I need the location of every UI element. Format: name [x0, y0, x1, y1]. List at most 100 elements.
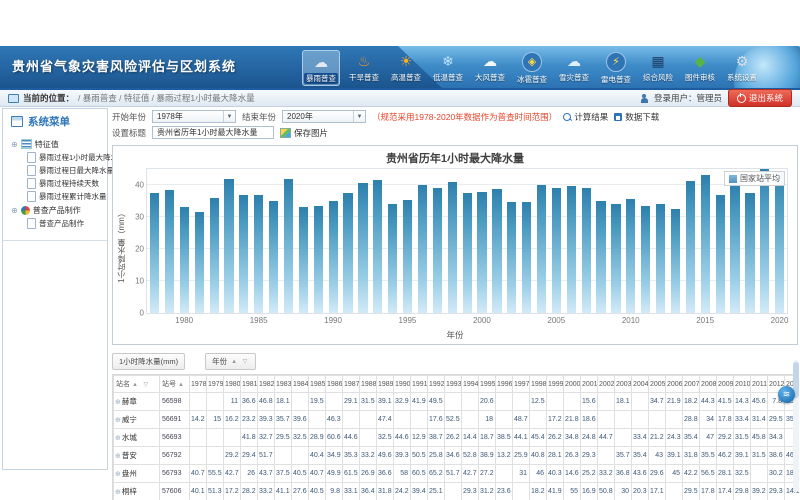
column-header-year[interactable]: 2003 [615, 376, 632, 393]
column-header-year[interactable]: 2000 [564, 376, 581, 393]
column-header-year[interactable]: 2002 [598, 376, 615, 393]
nav-item-hail[interactable]: ◈冰雹普查 [514, 50, 550, 86]
chart-title-input[interactable] [152, 126, 274, 139]
column-header-year[interactable]: 1993 [445, 376, 462, 393]
column-header-year[interactable]: 2011 [751, 376, 768, 393]
expand-icon[interactable]: ⊕ [115, 417, 121, 424]
bar-1984[interactable] [239, 195, 248, 313]
sidebar-group-1[interactable]: ⊕特征值 [11, 137, 105, 151]
station-name-cell[interactable]: ⊕水城 [114, 429, 160, 447]
bar-1980[interactable] [180, 207, 189, 313]
bar-1996[interactable] [418, 185, 427, 313]
bar-2019[interactable] [760, 169, 769, 313]
expand-icon[interactable]: ⊕ [115, 471, 121, 478]
bar-1981[interactable] [195, 212, 204, 313]
column-header-year[interactable]: 1991 [411, 376, 428, 393]
bar-2011[interactable] [641, 206, 650, 313]
column-header-year[interactable]: 1985 [309, 376, 326, 393]
bar-1997[interactable] [433, 188, 442, 313]
end-year-select[interactable]: 2020年 ▼ [282, 110, 366, 123]
column-header-year[interactable]: 2010 [734, 376, 751, 393]
bar-2002[interactable] [507, 202, 516, 313]
sidebar-item[interactable]: 暴雨过程持续天数 [27, 177, 105, 190]
tree-toggle-icon[interactable]: ⊕ [11, 206, 18, 215]
nav-item-wind[interactable]: ☁大风普查 [472, 50, 508, 86]
column-header-year[interactable]: 1999 [547, 376, 564, 393]
bar-2010[interactable] [626, 199, 635, 313]
calculate-button[interactable]: 计算结果 [563, 111, 608, 123]
station-name-cell[interactable]: ⊕桐梓 [114, 483, 160, 500]
bar-1999[interactable] [463, 193, 472, 313]
column-header-year[interactable]: 2006 [666, 376, 683, 393]
sort-filter-icons[interactable]: ▲ ▽ [178, 382, 190, 388]
station-name-cell[interactable]: ⊕普安 [114, 447, 160, 465]
column-header-year[interactable]: 1984 [292, 376, 309, 393]
station-name-cell[interactable]: ⊕威宁 [114, 411, 160, 429]
column-header-year[interactable]: 1998 [530, 376, 547, 393]
measure-field[interactable]: 1小时降水量(mm) [112, 353, 185, 370]
bar-2015[interactable] [701, 175, 710, 313]
bar-2014[interactable] [686, 181, 695, 313]
bar-1992[interactable] [358, 183, 367, 313]
bar-2012[interactable] [656, 204, 665, 313]
sidebar-group-2[interactable]: ⊕普查产品制作 [11, 203, 105, 217]
column-header-year[interactable]: 2008 [700, 376, 717, 393]
sort-filter-icons[interactable]: ▲ ▽ [231, 358, 249, 365]
sidebar-item[interactable]: 普查产品制作 [27, 217, 105, 230]
column-header-year[interactable]: 1979 [207, 376, 224, 393]
bar-2013[interactable] [671, 209, 680, 313]
bar-2004[interactable] [537, 185, 546, 313]
bar-1986[interactable] [269, 201, 278, 313]
expand-icon[interactable]: ⊕ [115, 399, 121, 406]
nav-item-snow[interactable]: ☁雪灾普查 [556, 50, 592, 86]
expand-icon[interactable]: ⊕ [115, 453, 121, 460]
column-header-year[interactable]: 1996 [496, 376, 513, 393]
station-name-cell[interactable]: ⊕盘州 [114, 465, 160, 483]
sidebar-item[interactable]: 暴雨过程日最大降水量 [27, 164, 105, 177]
column-header-year[interactable]: 1982 [258, 376, 275, 393]
station-name-cell[interactable]: ⊕赫章 [114, 393, 160, 411]
column-field[interactable]: 年份 ▲ ▽ [205, 353, 256, 370]
bar-1989[interactable] [314, 206, 323, 313]
column-header-站名[interactable]: 站名 ▲ ▽ [114, 376, 160, 393]
bar-1995[interactable] [403, 200, 412, 313]
nav-item-high-temp[interactable]: ☀高温普查 [388, 50, 424, 86]
nav-item-lightning[interactable]: ⚡雷电普查 [598, 50, 634, 86]
bar-2017[interactable] [730, 184, 739, 313]
bar-2001[interactable] [492, 189, 501, 313]
bar-1982[interactable] [210, 198, 219, 313]
bar-1987[interactable] [284, 179, 293, 313]
bar-1978[interactable] [150, 193, 159, 313]
bar-2020[interactable] [775, 172, 784, 313]
column-header-year[interactable]: 1978 [190, 376, 207, 393]
column-header-year[interactable]: 1986 [326, 376, 343, 393]
bar-1994[interactable] [388, 204, 397, 313]
column-header-year[interactable]: 1987 [343, 376, 360, 393]
logout-button[interactable]: 退出系统 [728, 89, 792, 107]
sidebar-item[interactable]: 暴雨过程1小时最大降水量 [27, 151, 105, 164]
column-header-站号[interactable]: 站号 ▲ ▽ [160, 376, 190, 393]
nav-item-low-temp[interactable]: ❄低温普查 [430, 50, 466, 86]
column-header-year[interactable]: 2007 [683, 376, 700, 393]
bar-1998[interactable] [448, 182, 457, 313]
sort-filter-icons[interactable]: ▲ ▽ [132, 382, 150, 388]
column-header-year[interactable]: 2001 [581, 376, 598, 393]
bar-2008[interactable] [596, 201, 605, 313]
bar-2016[interactable] [716, 195, 725, 313]
column-header-year[interactable]: 1994 [462, 376, 479, 393]
bar-1993[interactable] [373, 180, 382, 313]
column-header-year[interactable]: 2005 [649, 376, 666, 393]
bar-2018[interactable] [745, 193, 754, 313]
start-year-select[interactable]: 1978年 ▼ [152, 110, 236, 123]
expand-icon[interactable]: ⊕ [115, 489, 121, 496]
nav-item-rainstorm[interactable]: ☁暴雨普查 [302, 50, 340, 86]
column-header-year[interactable]: 2004 [632, 376, 649, 393]
column-header-year[interactable]: 1980 [224, 376, 241, 393]
bar-2009[interactable] [611, 204, 620, 313]
vertical-scrollbar[interactable] [793, 360, 799, 492]
nav-item-drought[interactable]: ♨干旱普查 [346, 50, 382, 86]
bar-1985[interactable] [254, 195, 263, 313]
column-header-year[interactable]: 1997 [513, 376, 530, 393]
column-header-year[interactable]: 1995 [479, 376, 496, 393]
column-header-year[interactable]: 1990 [394, 376, 411, 393]
